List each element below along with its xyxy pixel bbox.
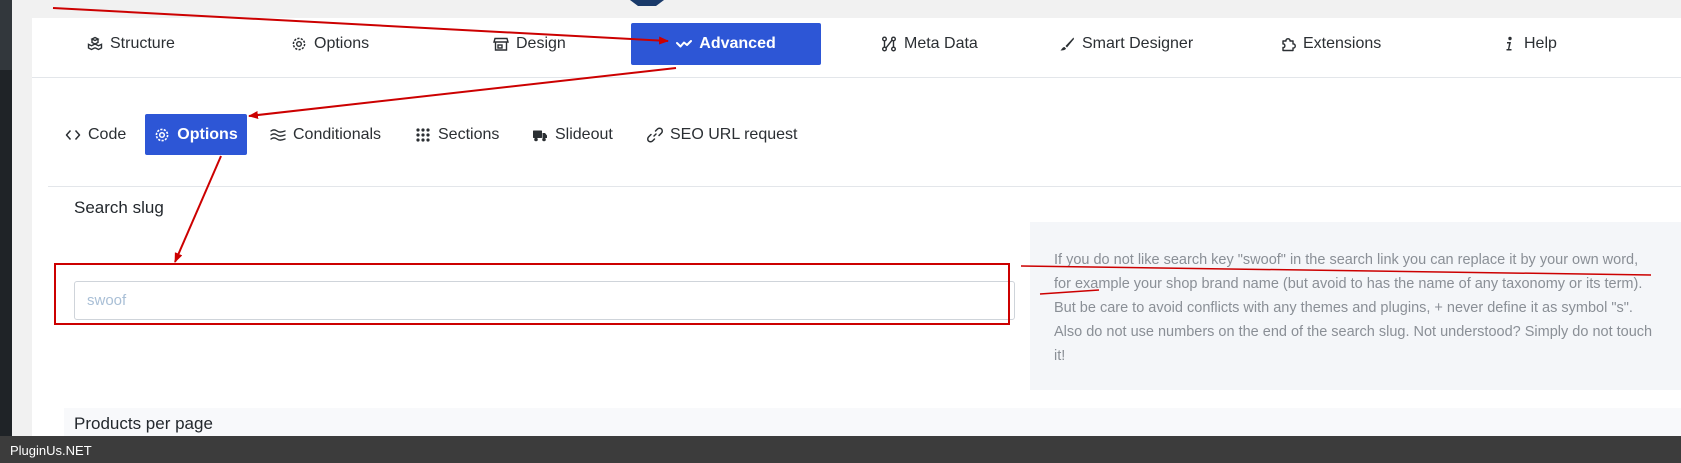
truck-icon [533, 130, 547, 141]
tab-extensions-label: Extensions [1303, 35, 1382, 52]
puzzle-icon [1282, 38, 1296, 52]
tab-advanced-label: Advanced [699, 35, 776, 52]
tab-advanced[interactable]: Advanced [631, 23, 821, 65]
products-per-page-section [64, 408, 1681, 436]
cubes-icon [87, 36, 103, 51]
wave-icon [676, 40, 693, 48]
tab-smart-designer[interactable]: Smart Designer [1059, 23, 1193, 65]
nodes-icon [882, 36, 896, 52]
main-tab-bar: Structure Options Design Advanced Meta D… [32, 18, 1681, 78]
tab-help-label: Help [1524, 35, 1557, 52]
subtab-code[interactable]: Code [65, 114, 126, 155]
subtab-code-label: Code [88, 125, 127, 143]
brush-icon [1060, 37, 1074, 51]
tab-extensions[interactable]: Extensions [1280, 23, 1381, 65]
left-admin-strip-top [0, 0, 12, 70]
tab-design[interactable]: Design [493, 23, 566, 65]
grid-icon [416, 127, 430, 142]
subtab-seo-url-request-label: SEO URL request [670, 125, 798, 143]
status-bar-text: PluginUs.NET [10, 443, 92, 458]
tab-design-label: Design [516, 35, 566, 52]
subtab-options-label: Options [177, 125, 238, 143]
tab-help[interactable]: Help [1501, 23, 1557, 65]
tab-options-label: Options [314, 35, 370, 52]
subtab-slideout-label: Slideout [555, 125, 613, 143]
sub-tab-bar: Code Options Conditionals Sections Slide… [48, 114, 1681, 187]
tab-structure[interactable]: Structure [87, 23, 175, 65]
gear-icon [155, 128, 169, 141]
store-icon [493, 37, 509, 51]
subtab-conditionals[interactable]: Conditionals [270, 114, 381, 155]
search-slug-input[interactable] [74, 281, 1015, 320]
products-per-page-title: Products per page [74, 414, 213, 433]
gear-icon [292, 37, 306, 51]
tab-meta-data[interactable]: Meta Data [881, 23, 978, 65]
tab-options[interactable]: Options [291, 23, 369, 65]
search-slug-help: If you do not like search key "swoof" in… [1030, 222, 1681, 390]
search-slug-title: Search slug [74, 198, 164, 217]
link-icon [647, 127, 663, 142]
tab-smart-designer-label: Smart Designer [1082, 35, 1194, 52]
tab-meta-data-label: Meta Data [904, 35, 978, 52]
wave-lines-icon [270, 128, 286, 141]
subtab-slideout[interactable]: Slideout [532, 114, 613, 155]
tab-structure-label: Structure [110, 35, 175, 52]
cube-logo-icon [630, 0, 664, 6]
code-icon [65, 129, 81, 140]
subtab-seo-url-request[interactable]: SEO URL request [647, 114, 797, 155]
settings-panel: Structure Options Design Advanced Meta D… [32, 18, 1681, 436]
status-bar [0, 436, 1681, 463]
subtab-conditionals-label: Conditionals [293, 125, 382, 143]
info-icon [1506, 36, 1512, 51]
subtab-sections-label: Sections [438, 125, 500, 143]
left-admin-strip [0, 0, 12, 463]
subtab-options[interactable]: Options [145, 114, 247, 155]
subtab-sections[interactable]: Sections [415, 114, 499, 155]
